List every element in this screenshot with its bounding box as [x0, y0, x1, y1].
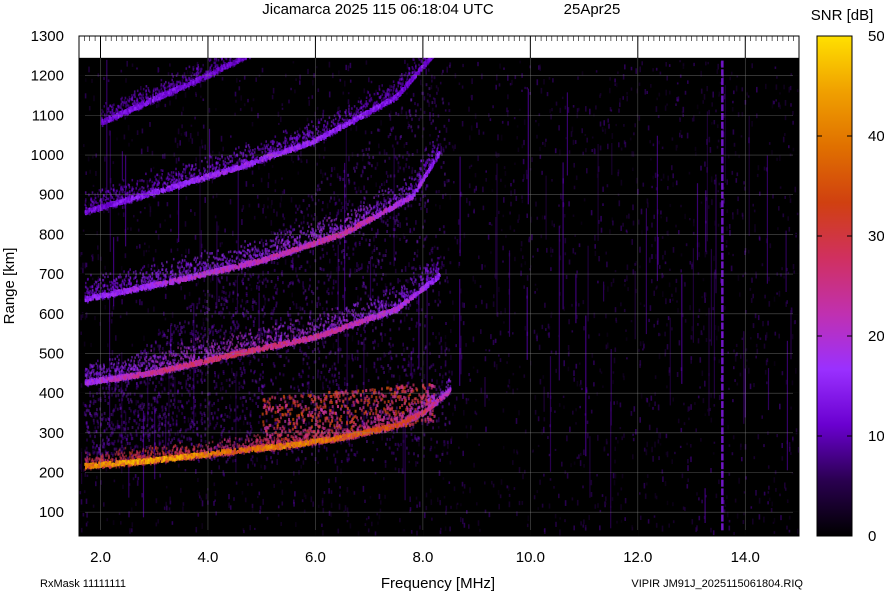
- colorbar-tick-label: 30: [868, 228, 884, 245]
- colorbar-tick-label: 40: [868, 128, 884, 145]
- y-tick-label: 400: [39, 385, 64, 402]
- y-tick-label: 1300: [31, 28, 64, 45]
- y-tick-label: 100: [39, 504, 64, 521]
- x-tick-label: 14.0: [731, 549, 760, 566]
- y-tick-label: 200: [39, 465, 64, 482]
- colorbar-tick-label: 0: [868, 528, 876, 545]
- colorbar-label: SNR [dB]: [811, 7, 874, 24]
- file-label: VIPIR JM91J_2025115061804.RIQ: [631, 578, 803, 590]
- x-tick-label: 10.0: [516, 549, 545, 566]
- y-tick-label: 300: [39, 425, 64, 442]
- y-axis-label: Range [km]: [1, 248, 18, 325]
- x-tick-label: 6.0: [305, 549, 326, 566]
- y-tick-label: 900: [39, 187, 64, 204]
- date-label: 25Apr25: [564, 1, 621, 18]
- colorbar-tick-label: 10: [868, 428, 884, 445]
- y-tick-label: 500: [39, 345, 64, 362]
- y-tick-label: 1100: [32, 107, 64, 124]
- y-tick-label: 700: [39, 266, 64, 283]
- y-tick-label: 600: [39, 306, 64, 323]
- colorbar-tick-label: 20: [868, 328, 884, 345]
- x-tick-label: 2.0: [90, 549, 111, 566]
- colorbar-tick-label: 50: [868, 28, 884, 45]
- y-tick-label: 800: [39, 226, 64, 243]
- rxmask-label: RxMask 11111111: [40, 578, 126, 590]
- chart-title: Jicamarca 2025 115 06:18:04 UTC: [262, 1, 494, 18]
- ionogram-chart: 2.0 4.0 6.0 8.0 10.0 12.0 14.0 100200300400500…: [1, 1, 884, 592]
- x-tick-label: 4.0: [198, 549, 219, 566]
- colorbar: [816, 35, 853, 537]
- y-tick-label: 1000: [31, 147, 64, 164]
- x-tick-label: 8.0: [412, 549, 433, 566]
- x-tick-label: 12.0: [623, 549, 652, 566]
- x-axis-label: Frequency [MHz]: [381, 575, 495, 592]
- y-tick-label: 1200: [31, 68, 64, 85]
